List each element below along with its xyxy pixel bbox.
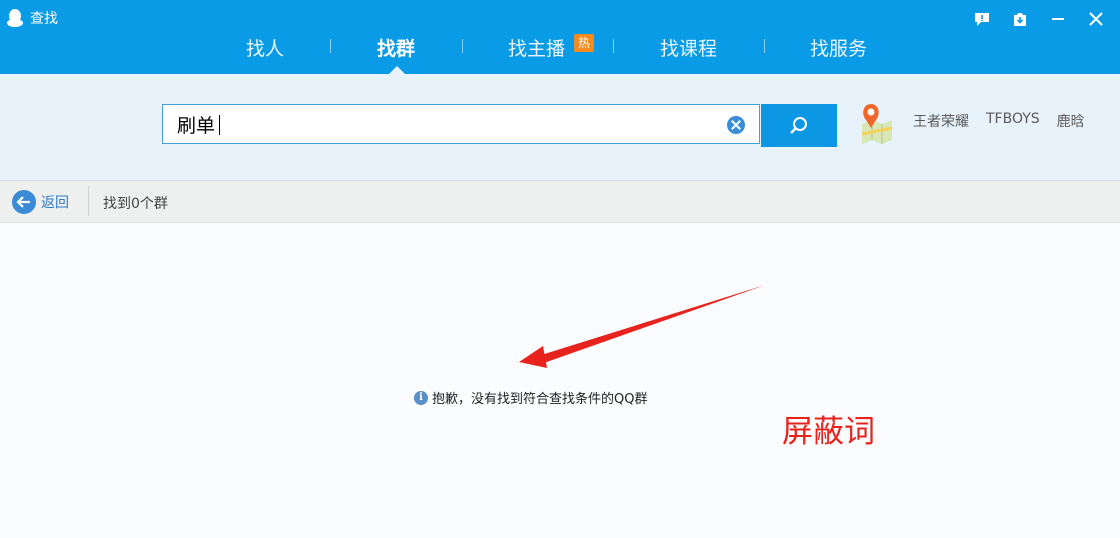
annotation-arrow xyxy=(519,285,765,368)
annotation-label: 屏蔽词 xyxy=(782,414,875,450)
